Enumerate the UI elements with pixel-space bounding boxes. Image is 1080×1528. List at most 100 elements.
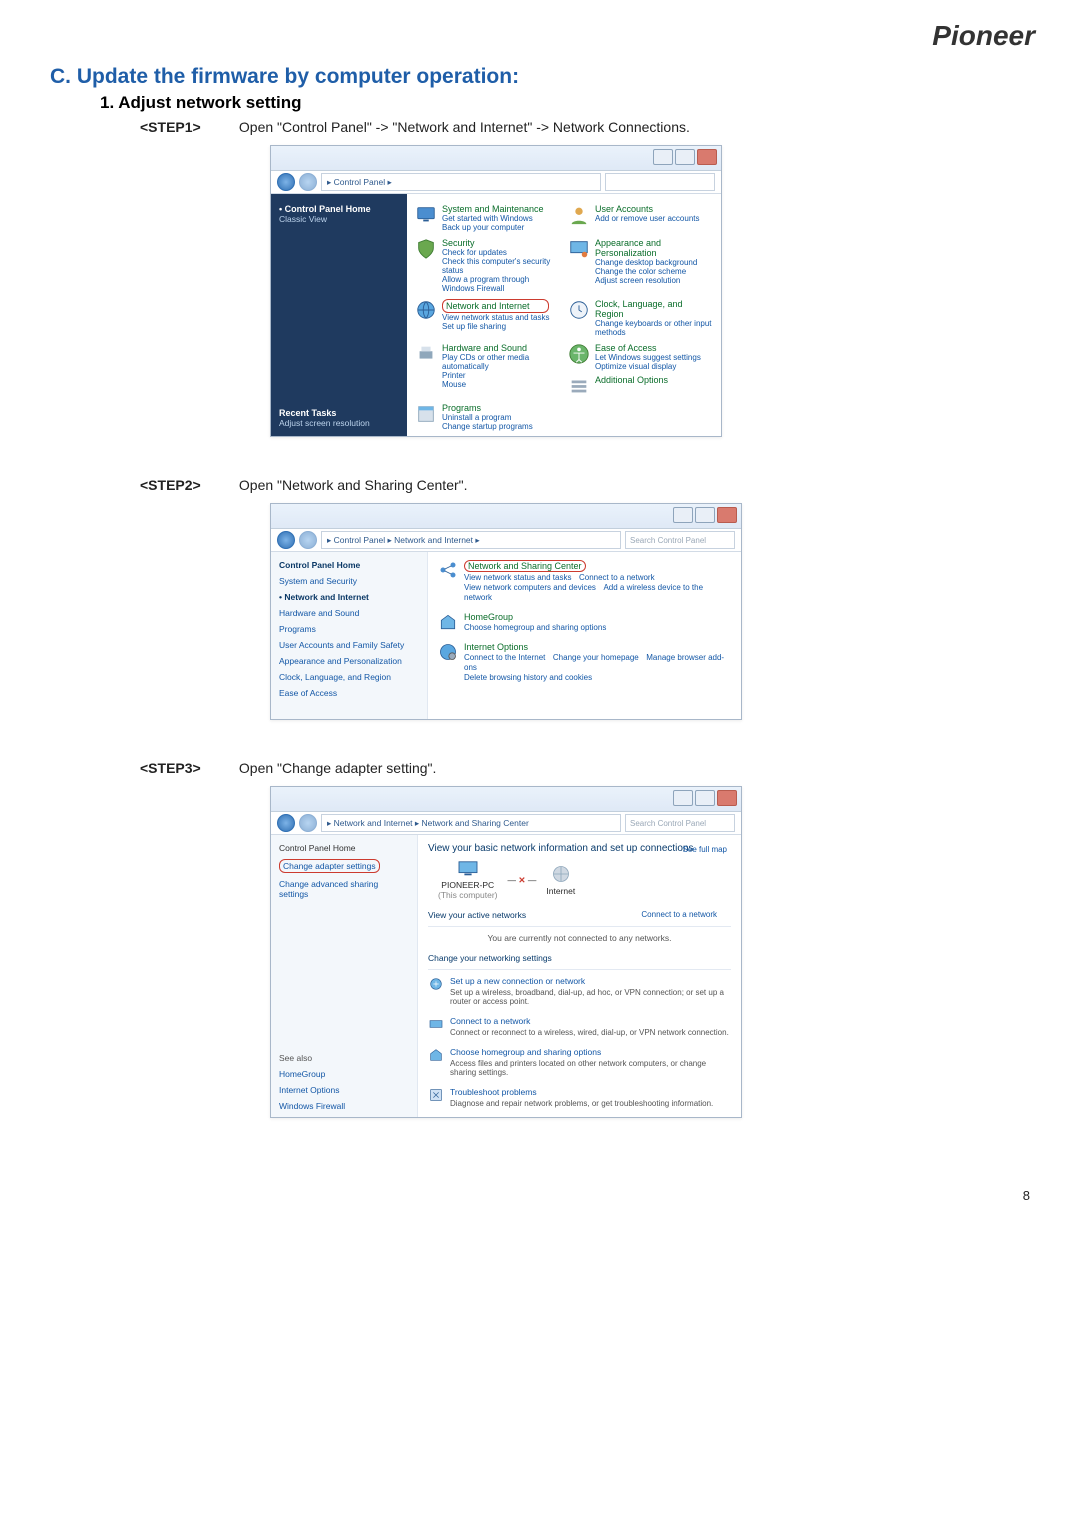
step2-row: <STEP2> Open "Network and Sharing Center… bbox=[140, 477, 1030, 493]
connect-icon bbox=[428, 1016, 444, 1032]
troubleshoot-icon bbox=[428, 1087, 444, 1103]
sidebar: Control Panel Home Change adapter settin… bbox=[271, 835, 418, 1118]
sidebar-item[interactable]: Programs bbox=[279, 624, 419, 634]
shield-icon bbox=[415, 238, 437, 260]
screenshot-control-panel: ▸ Control Panel ▸ • Control Panel Home C… bbox=[270, 145, 722, 437]
category-appearance[interactable]: Appearance and PersonalizationChange des… bbox=[568, 238, 713, 293]
clock-icon bbox=[568, 299, 590, 321]
sidebar-item[interactable]: System and Security bbox=[279, 576, 419, 586]
change-settings-header: Change your networking settings bbox=[428, 953, 731, 963]
sidebar: Control Panel Home System and Security •… bbox=[271, 552, 428, 720]
ease-icon bbox=[568, 343, 590, 365]
category-programs[interactable]: ProgramsUninstall a programChange startu… bbox=[415, 403, 560, 431]
network-map: PIONEER-PC (This computer) — ✕ — Interne… bbox=[438, 860, 731, 900]
sidebar-see-also-header: See also bbox=[279, 1053, 409, 1063]
breadcrumb[interactable]: ▸ Control Panel ▸ Network and Internet ▸ bbox=[321, 531, 621, 549]
maximize-button[interactable] bbox=[695, 790, 715, 806]
search-input[interactable] bbox=[605, 173, 715, 191]
disconnected-icon: ✕ bbox=[518, 875, 525, 885]
group-internet-options[interactable]: Internet Options Connect to the Internet… bbox=[438, 642, 731, 682]
step1-instruction: Open "Control Panel" -> "Network and Int… bbox=[239, 119, 690, 135]
options-icon bbox=[568, 375, 590, 397]
sidebar-item[interactable]: Hardware and Sound bbox=[279, 608, 419, 618]
section-heading-c: C. Update the firmware by computer opera… bbox=[50, 65, 1030, 89]
page-number: 8 bbox=[1023, 1188, 1030, 1203]
close-button[interactable] bbox=[717, 790, 737, 806]
sidebar-item[interactable]: Clock, Language, and Region bbox=[279, 672, 419, 682]
task-setup-connection[interactable]: Set up a new connection or networkSet up… bbox=[428, 976, 731, 1014]
step3-instruction: Open "Change adapter setting". bbox=[239, 760, 437, 776]
globe-icon bbox=[415, 299, 437, 321]
sidebar-home[interactable]: Control Panel Home bbox=[279, 843, 409, 853]
step2-label: <STEP2> bbox=[140, 477, 235, 493]
sidebar-see-item[interactable]: Windows Firewall bbox=[279, 1101, 409, 1111]
sidebar-see-item[interactable]: Internet Options bbox=[279, 1085, 409, 1095]
search-input[interactable]: Search Control Panel bbox=[625, 814, 735, 832]
maximize-button[interactable] bbox=[695, 507, 715, 523]
sidebar-home[interactable]: Control Panel Home bbox=[279, 560, 419, 570]
internet-options-icon bbox=[438, 642, 458, 662]
group-homegroup[interactable]: HomeGroup Choose homegroup and sharing o… bbox=[438, 612, 731, 632]
sidebar-change-adapter[interactable]: Change adapter settings bbox=[279, 859, 380, 873]
sidebar-change-advanced[interactable]: Change advanced sharing settings bbox=[279, 879, 409, 899]
appearance-icon bbox=[568, 238, 590, 260]
sidebar-item[interactable]: User Accounts and Family Safety bbox=[279, 640, 419, 650]
nav-back-icon[interactable] bbox=[277, 531, 295, 549]
computer-icon bbox=[457, 860, 479, 878]
step3-label: <STEP3> bbox=[140, 760, 235, 776]
sidebar: • Control Panel Home Classic View Recent… bbox=[271, 194, 407, 437]
close-button[interactable] bbox=[717, 507, 737, 523]
sidebar-item[interactable]: Ease of Access bbox=[279, 688, 419, 698]
internet-icon bbox=[551, 864, 571, 884]
category-hardware-sound[interactable]: Hardware and SoundPlay CDs or other medi… bbox=[415, 343, 560, 397]
user-icon bbox=[568, 204, 590, 226]
step1-label: <STEP1> bbox=[140, 119, 235, 135]
category-system-maintenance[interactable]: System and MaintenanceGet started with W… bbox=[415, 204, 560, 232]
sidebar-see-item[interactable]: HomeGroup bbox=[279, 1069, 409, 1079]
minimize-button[interactable] bbox=[673, 507, 693, 523]
task-connect-network[interactable]: Connect to a networkConnect or reconnect… bbox=[428, 1016, 731, 1045]
monitor-icon bbox=[415, 204, 437, 226]
nav-back-icon[interactable] bbox=[277, 814, 295, 832]
task-homegroup[interactable]: Choose homegroup and sharing optionsAcce… bbox=[428, 1047, 731, 1085]
sidebar-recent-item[interactable]: Adjust screen resolution bbox=[279, 418, 399, 428]
step2-instruction: Open "Network and Sharing Center". bbox=[239, 477, 468, 493]
nav-forward-icon[interactable] bbox=[299, 531, 317, 549]
group-network-sharing-center[interactable]: Network and Sharing Center View network … bbox=[438, 560, 731, 602]
network-icon bbox=[438, 560, 458, 580]
nav-back-icon[interactable] bbox=[277, 173, 295, 191]
screenshot-network-internet: ▸ Control Panel ▸ Network and Internet ▸… bbox=[270, 503, 742, 720]
nav-forward-icon[interactable] bbox=[299, 173, 317, 191]
nav-forward-icon[interactable] bbox=[299, 814, 317, 832]
printer-icon bbox=[415, 343, 437, 365]
search-input[interactable]: Search Control Panel bbox=[625, 531, 735, 549]
task-troubleshoot[interactable]: Troubleshoot problemsDiagnose and repair… bbox=[428, 1087, 731, 1116]
active-networks-header: View your active networks bbox=[428, 910, 526, 920]
step3-row: <STEP3> Open "Change adapter setting". bbox=[140, 760, 1030, 776]
homegroup-icon bbox=[428, 1047, 444, 1063]
breadcrumb[interactable]: ▸ Network and Internet ▸ Network and Sha… bbox=[321, 814, 621, 832]
minimize-button[interactable] bbox=[653, 149, 673, 165]
minimize-button[interactable] bbox=[673, 790, 693, 806]
category-ease-of-access[interactable]: Ease of AccessLet Windows suggest settin… bbox=[568, 343, 713, 371]
setup-icon bbox=[428, 976, 444, 992]
category-user-accounts[interactable]: User AccountsAdd or remove user accounts bbox=[568, 204, 713, 232]
close-button[interactable] bbox=[697, 149, 717, 165]
sidebar-home[interactable]: • Control Panel Home bbox=[279, 204, 399, 214]
sidebar-item[interactable]: Appearance and Personalization bbox=[279, 656, 419, 666]
category-clock-language[interactable]: Clock, Language, and RegionChange keyboa… bbox=[568, 299, 713, 337]
screenshot-sharing-center: ▸ Network and Internet ▸ Network and Sha… bbox=[270, 786, 742, 1118]
breadcrumb[interactable]: ▸ Control Panel ▸ bbox=[321, 173, 601, 191]
maximize-button[interactable] bbox=[675, 149, 695, 165]
category-network-internet[interactable]: Network and InternetView network status … bbox=[415, 299, 560, 337]
sidebar-classic-view[interactable]: Classic View bbox=[279, 214, 399, 224]
sidebar-item-current[interactable]: • Network and Internet bbox=[279, 592, 419, 602]
programs-icon bbox=[415, 403, 437, 425]
connect-network-link[interactable]: Connect to a network bbox=[641, 910, 717, 919]
section-subheading-1: 1. Adjust network setting bbox=[100, 93, 1030, 113]
category-security[interactable]: SecurityCheck for updatesCheck this comp… bbox=[415, 238, 560, 293]
see-full-map-link[interactable]: See full map bbox=[683, 845, 727, 854]
sidebar-recent-header: Recent Tasks bbox=[279, 408, 399, 418]
category-additional-options[interactable]: Additional Options bbox=[568, 375, 713, 397]
step1-row: <STEP1> Open "Control Panel" -> "Network… bbox=[140, 119, 1030, 135]
